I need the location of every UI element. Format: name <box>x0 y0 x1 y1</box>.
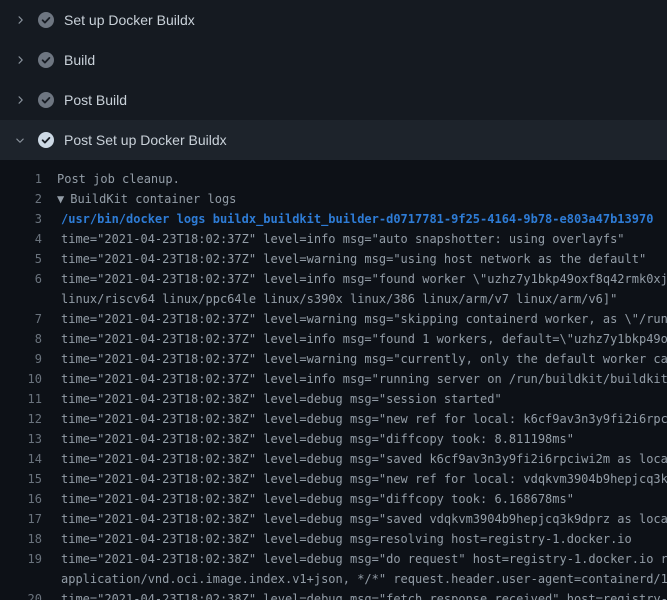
log-line-number[interactable]: 6 <box>0 269 42 289</box>
check-success-icon <box>38 12 54 28</box>
step-row-set-up-docker-buildx[interactable]: Set up Docker Buildx <box>0 0 667 40</box>
chevron-icon <box>14 94 26 106</box>
log-line: 4 time="2021-04-23T18:02:37Z" level=info … <box>0 229 667 249</box>
log-line-number[interactable]: 4 <box>0 229 42 249</box>
chevron-icon <box>14 14 26 26</box>
check-success-icon <box>38 52 54 68</box>
log-line: 2 ▼ BuildKit container logs <box>0 189 667 209</box>
log-line-text: /usr/bin/docker logs buildx_buildkit_bui… <box>61 212 653 226</box>
log-line: 20 time="2021-04-23T18:02:38Z" level=debu… <box>0 589 667 600</box>
log-line: 5 time="2021-04-23T18:02:37Z" level=warni… <box>0 249 667 269</box>
step-label: Build <box>64 50 95 70</box>
check-success-icon <box>38 92 54 108</box>
log-line-text: time="2021-04-23T18:02:38Z" level=debug … <box>61 592 667 600</box>
log-pane[interactable]: 1 Post job cleanup. 2 ▼ BuildKit container l… <box>0 160 667 600</box>
log-line-number[interactable]: 8 <box>0 329 42 349</box>
log-line: 13 time="2021-04-23T18:02:38Z" level=debu… <box>0 429 667 449</box>
log-line-text: time="2021-04-23T18:02:38Z" level=debug … <box>61 512 667 526</box>
log-line: application/vnd.oci.image.index.v1+json,… <box>0 569 667 589</box>
log-line-number[interactable]: 5 <box>0 249 42 269</box>
log-line: 17 time="2021-04-23T18:02:38Z" level=debu… <box>0 509 667 529</box>
log-line: 3/usr/bin/docker logs buildx_buildkit_bu… <box>0 209 667 229</box>
log-line: 6 time="2021-04-23T18:02:37Z" level=info … <box>0 269 667 289</box>
group-collapse-marker-icon[interactable]: ▼ <box>57 192 64 206</box>
log-line: 1 Post job cleanup. <box>0 169 667 189</box>
log-line-text: time="2021-04-23T18:02:37Z" level=info m… <box>61 332 667 346</box>
steps-list: Set up Docker Buildx Build Post Build <box>0 0 667 160</box>
log-line-number[interactable]: 3 <box>0 209 42 229</box>
log-line-number[interactable]: 10 <box>0 369 42 389</box>
log-line-text: BuildKit container logs <box>70 192 236 206</box>
log-line: 9 time="2021-04-23T18:02:37Z" level=warni… <box>0 349 667 369</box>
log-line-text: time="2021-04-23T18:02:38Z" level=debug … <box>61 392 502 406</box>
log-line-number[interactable]: 7 <box>0 309 42 329</box>
log-line-number[interactable]: 13 <box>0 429 42 449</box>
log-line-text: time="2021-04-23T18:02:38Z" level=debug … <box>61 412 667 426</box>
log-line: linux/riscv64 linux/ppc64le linux/s390x … <box>0 289 667 309</box>
log-line: 19 time="2021-04-23T18:02:38Z" level=debu… <box>0 549 667 569</box>
log-line-text: time="2021-04-23T18:02:38Z" level=debug … <box>61 432 574 446</box>
log-line: 18 time="2021-04-23T18:02:38Z" level=debu… <box>0 529 667 549</box>
log-line-text: time="2021-04-23T18:02:38Z" level=debug … <box>61 552 667 566</box>
chevron-icon <box>14 54 26 66</box>
log-line-number[interactable]: 18 <box>0 529 42 549</box>
log-line-text: time="2021-04-23T18:02:38Z" level=debug … <box>61 452 667 466</box>
log-line: 8 time="2021-04-23T18:02:37Z" level=info … <box>0 329 667 349</box>
step-label: Set up Docker Buildx <box>64 10 195 30</box>
log-line-text: time="2021-04-23T18:02:37Z" level=warnin… <box>61 352 667 366</box>
step-row-post-set-up-docker-buildx[interactable]: Post Set up Docker Buildx <box>0 120 667 160</box>
log-line-text: time="2021-04-23T18:02:38Z" level=debug … <box>61 532 632 546</box>
log-line-number[interactable]: 1 <box>0 169 42 189</box>
log-line: 14 time="2021-04-23T18:02:38Z" level=debu… <box>0 449 667 469</box>
log-line-number[interactable]: 12 <box>0 409 42 429</box>
step-row-build[interactable]: Build <box>0 40 667 80</box>
log-line-text: Post job cleanup. <box>57 172 180 186</box>
log-line-number[interactable]: 9 <box>0 349 42 369</box>
log-line-number[interactable]: 19 <box>0 549 42 569</box>
log-line-text: time="2021-04-23T18:02:37Z" level=info m… <box>61 372 667 386</box>
log-line: 15 time="2021-04-23T18:02:38Z" level=debu… <box>0 469 667 489</box>
step-row-post-build[interactable]: Post Build <box>0 80 667 120</box>
log-line: 7 time="2021-04-23T18:02:37Z" level=warni… <box>0 309 667 329</box>
log-line-number[interactable]: 2 <box>0 189 42 209</box>
log-line-text: linux/riscv64 linux/ppc64le linux/s390x … <box>61 292 617 306</box>
log-line-number[interactable]: 17 <box>0 509 42 529</box>
log-line-number[interactable]: 15 <box>0 469 42 489</box>
log-line-number[interactable]: 20 <box>0 589 42 600</box>
log-line: 16 time="2021-04-23T18:02:38Z" level=debu… <box>0 489 667 509</box>
log-line-text: time="2021-04-23T18:02:37Z" level=warnin… <box>61 312 667 326</box>
step-label: Post Set up Docker Buildx <box>64 130 227 150</box>
chevron-icon <box>14 134 26 146</box>
step-label: Post Build <box>64 90 127 110</box>
log-line: 12 time="2021-04-23T18:02:38Z" level=debu… <box>0 409 667 429</box>
log-line-number[interactable]: 14 <box>0 449 42 469</box>
log-line-text: time="2021-04-23T18:02:37Z" level=info m… <box>61 272 667 286</box>
check-success-icon <box>38 132 54 148</box>
log-line-text: time="2021-04-23T18:02:38Z" level=debug … <box>61 492 574 506</box>
log-line-text: time="2021-04-23T18:02:38Z" level=debug … <box>61 472 667 486</box>
log-line: 10 time="2021-04-23T18:02:37Z" level=info… <box>0 369 667 389</box>
log-line-text: time="2021-04-23T18:02:37Z" level=warnin… <box>61 252 646 266</box>
log-line-text: application/vnd.oci.image.index.v1+json,… <box>61 572 667 586</box>
log-line-number[interactable]: 11 <box>0 389 42 409</box>
log-line-number[interactable]: 16 <box>0 489 42 509</box>
log-line-text: time="2021-04-23T18:02:37Z" level=info m… <box>61 232 625 246</box>
log-line: 11 time="2021-04-23T18:02:38Z" level=debu… <box>0 389 667 409</box>
